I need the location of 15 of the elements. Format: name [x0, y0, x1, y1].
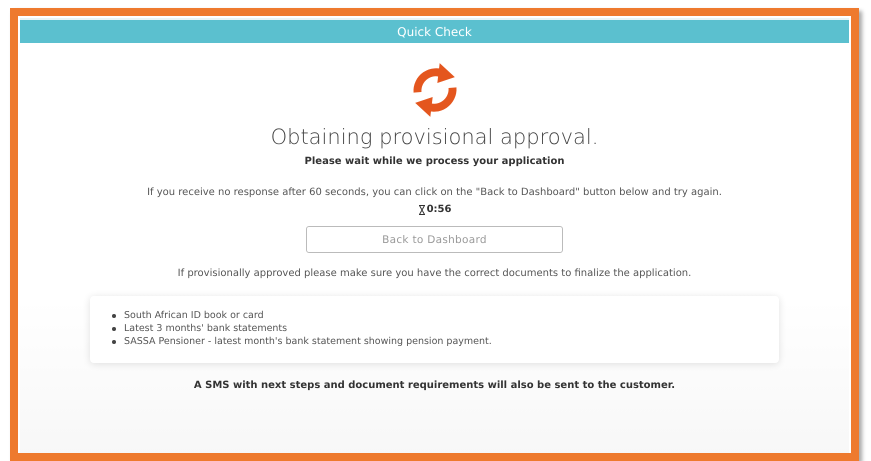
bullet-icon	[112, 326, 116, 330]
back-to-dashboard-button[interactable]: Back to Dashboard	[306, 226, 563, 253]
bullet-icon	[112, 340, 116, 344]
sms-note: A SMS with next steps and document requirements will also be sent to the customer.	[194, 380, 676, 391]
wait-message: Please wait while we process your application	[304, 156, 564, 167]
document-item: South African ID book or card	[124, 310, 264, 321]
document-item: Latest 3 months' bank statements	[124, 323, 288, 334]
page-heading: Obtaining provisional approval.	[270, 125, 598, 149]
documents-intro: If provisionally approved please make sure you have the correct documents to finalize the application.	[178, 268, 692, 279]
retry-notice: If you receive no response after 60 seconds, you can click on the "Back to Dashboard" button below and try again.	[147, 187, 722, 198]
header-title: Quick Check	[397, 24, 472, 38]
bullet-icon	[112, 314, 116, 318]
hourglass-icon	[418, 204, 426, 214]
countdown-timer: 0:56	[426, 204, 452, 215]
document-item: SASSA Pensioner - latest month's bank statement showing pension payment.	[124, 336, 492, 347]
